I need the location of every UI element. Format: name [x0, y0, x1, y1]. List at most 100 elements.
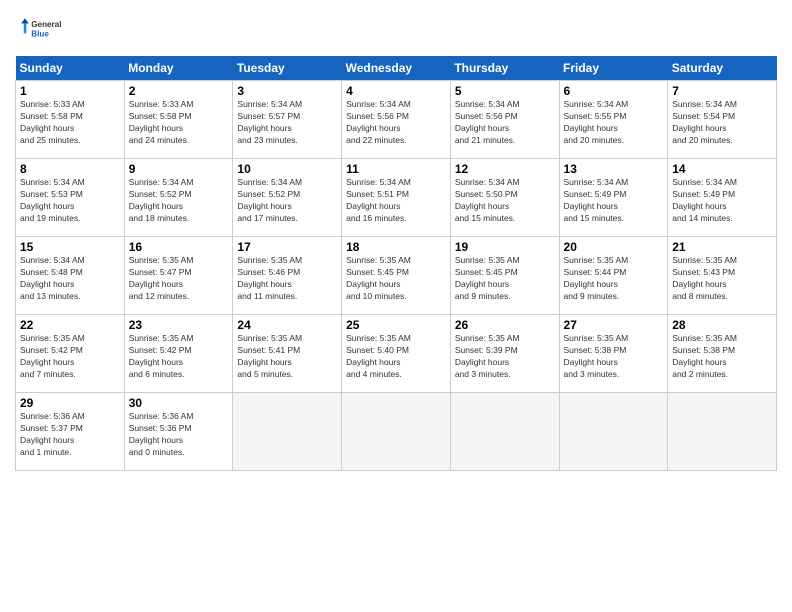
calendar-cell: 29 Sunrise: 5:36 AMSunset: 5:37 PMDaylig…	[16, 393, 125, 471]
day-info: Sunrise: 5:34 AMSunset: 5:49 PMDaylight …	[564, 177, 629, 223]
day-number: 4	[346, 84, 446, 98]
day-info: Sunrise: 5:34 AMSunset: 5:56 PMDaylight …	[346, 99, 411, 145]
day-info: Sunrise: 5:35 AMSunset: 5:38 PMDaylight …	[564, 333, 629, 379]
calendar-cell: 11 Sunrise: 5:34 AMSunset: 5:51 PMDaylig…	[342, 159, 451, 237]
calendar-cell: 13 Sunrise: 5:34 AMSunset: 5:49 PMDaylig…	[559, 159, 668, 237]
calendar-cell	[668, 393, 777, 471]
day-number: 3	[237, 84, 337, 98]
day-info: Sunrise: 5:34 AMSunset: 5:52 PMDaylight …	[237, 177, 302, 223]
week-row-4: 22 Sunrise: 5:35 AMSunset: 5:42 PMDaylig…	[16, 315, 777, 393]
calendar-cell	[559, 393, 668, 471]
calendar-cell: 4 Sunrise: 5:34 AMSunset: 5:56 PMDayligh…	[342, 81, 451, 159]
day-number: 8	[20, 162, 120, 176]
day-number: 24	[237, 318, 337, 332]
calendar-cell	[342, 393, 451, 471]
day-number: 9	[129, 162, 229, 176]
day-info: Sunrise: 5:34 AMSunset: 5:57 PMDaylight …	[237, 99, 302, 145]
week-row-2: 8 Sunrise: 5:34 AMSunset: 5:53 PMDayligh…	[16, 159, 777, 237]
day-number: 21	[672, 240, 772, 254]
day-number: 14	[672, 162, 772, 176]
day-number: 6	[564, 84, 664, 98]
week-row-5: 29 Sunrise: 5:36 AMSunset: 5:37 PMDaylig…	[16, 393, 777, 471]
day-number: 20	[564, 240, 664, 254]
col-header-tuesday: Tuesday	[233, 56, 342, 81]
col-header-saturday: Saturday	[668, 56, 777, 81]
page: General Blue SundayMondayTuesdayWednesda…	[0, 0, 792, 612]
calendar-cell	[233, 393, 342, 471]
day-info: Sunrise: 5:34 AMSunset: 5:51 PMDaylight …	[346, 177, 411, 223]
calendar-cell: 15 Sunrise: 5:34 AMSunset: 5:48 PMDaylig…	[16, 237, 125, 315]
day-info: Sunrise: 5:34 AMSunset: 5:54 PMDaylight …	[672, 99, 737, 145]
day-number: 22	[20, 318, 120, 332]
day-info: Sunrise: 5:35 AMSunset: 5:45 PMDaylight …	[455, 255, 520, 301]
calendar-cell	[450, 393, 559, 471]
day-info: Sunrise: 5:35 AMSunset: 5:45 PMDaylight …	[346, 255, 411, 301]
day-number: 10	[237, 162, 337, 176]
day-info: Sunrise: 5:35 AMSunset: 5:40 PMDaylight …	[346, 333, 411, 379]
calendar-cell: 14 Sunrise: 5:34 AMSunset: 5:49 PMDaylig…	[668, 159, 777, 237]
calendar-cell: 3 Sunrise: 5:34 AMSunset: 5:57 PMDayligh…	[233, 81, 342, 159]
day-info: Sunrise: 5:35 AMSunset: 5:46 PMDaylight …	[237, 255, 302, 301]
calendar-cell: 20 Sunrise: 5:35 AMSunset: 5:44 PMDaylig…	[559, 237, 668, 315]
svg-text:Blue: Blue	[31, 30, 49, 39]
calendar-cell: 28 Sunrise: 5:35 AMSunset: 5:38 PMDaylig…	[668, 315, 777, 393]
day-number: 1	[20, 84, 120, 98]
day-info: Sunrise: 5:35 AMSunset: 5:38 PMDaylight …	[672, 333, 737, 379]
day-info: Sunrise: 5:34 AMSunset: 5:55 PMDaylight …	[564, 99, 629, 145]
day-info: Sunrise: 5:35 AMSunset: 5:42 PMDaylight …	[20, 333, 85, 379]
day-info: Sunrise: 5:34 AMSunset: 5:49 PMDaylight …	[672, 177, 737, 223]
day-info: Sunrise: 5:33 AMSunset: 5:58 PMDaylight …	[129, 99, 194, 145]
logo-svg: General Blue	[15, 10, 65, 48]
logo: General Blue	[15, 10, 65, 48]
day-number: 2	[129, 84, 229, 98]
calendar-cell: 1 Sunrise: 5:33 AMSunset: 5:58 PMDayligh…	[16, 81, 125, 159]
day-number: 11	[346, 162, 446, 176]
day-number: 30	[129, 396, 229, 410]
col-header-sunday: Sunday	[16, 56, 125, 81]
day-info: Sunrise: 5:35 AMSunset: 5:44 PMDaylight …	[564, 255, 629, 301]
calendar-cell: 16 Sunrise: 5:35 AMSunset: 5:47 PMDaylig…	[124, 237, 233, 315]
day-number: 5	[455, 84, 555, 98]
calendar-cell: 27 Sunrise: 5:35 AMSunset: 5:38 PMDaylig…	[559, 315, 668, 393]
col-header-thursday: Thursday	[450, 56, 559, 81]
calendar-cell: 26 Sunrise: 5:35 AMSunset: 5:39 PMDaylig…	[450, 315, 559, 393]
day-number: 16	[129, 240, 229, 254]
col-header-monday: Monday	[124, 56, 233, 81]
calendar-cell: 24 Sunrise: 5:35 AMSunset: 5:41 PMDaylig…	[233, 315, 342, 393]
day-number: 7	[672, 84, 772, 98]
calendar-cell: 12 Sunrise: 5:34 AMSunset: 5:50 PMDaylig…	[450, 159, 559, 237]
day-number: 13	[564, 162, 664, 176]
calendar-cell: 30 Sunrise: 5:36 AMSunset: 5:36 PMDaylig…	[124, 393, 233, 471]
day-info: Sunrise: 5:35 AMSunset: 5:39 PMDaylight …	[455, 333, 520, 379]
calendar-cell: 25 Sunrise: 5:35 AMSunset: 5:40 PMDaylig…	[342, 315, 451, 393]
day-number: 17	[237, 240, 337, 254]
day-info: Sunrise: 5:34 AMSunset: 5:52 PMDaylight …	[129, 177, 194, 223]
svg-text:General: General	[31, 20, 61, 29]
col-header-friday: Friday	[559, 56, 668, 81]
day-info: Sunrise: 5:36 AMSunset: 5:36 PMDaylight …	[129, 411, 194, 457]
day-info: Sunrise: 5:36 AMSunset: 5:37 PMDaylight …	[20, 411, 85, 457]
day-number: 28	[672, 318, 772, 332]
calendar-cell: 9 Sunrise: 5:34 AMSunset: 5:52 PMDayligh…	[124, 159, 233, 237]
day-info: Sunrise: 5:34 AMSunset: 5:53 PMDaylight …	[20, 177, 85, 223]
header-row: SundayMondayTuesdayWednesdayThursdayFrid…	[16, 56, 777, 81]
calendar-cell: 21 Sunrise: 5:35 AMSunset: 5:43 PMDaylig…	[668, 237, 777, 315]
day-info: Sunrise: 5:35 AMSunset: 5:41 PMDaylight …	[237, 333, 302, 379]
calendar-cell: 23 Sunrise: 5:35 AMSunset: 5:42 PMDaylig…	[124, 315, 233, 393]
day-number: 26	[455, 318, 555, 332]
week-row-3: 15 Sunrise: 5:34 AMSunset: 5:48 PMDaylig…	[16, 237, 777, 315]
day-info: Sunrise: 5:33 AMSunset: 5:58 PMDaylight …	[20, 99, 85, 145]
calendar-cell: 22 Sunrise: 5:35 AMSunset: 5:42 PMDaylig…	[16, 315, 125, 393]
day-number: 29	[20, 396, 120, 410]
week-row-1: 1 Sunrise: 5:33 AMSunset: 5:58 PMDayligh…	[16, 81, 777, 159]
calendar-table: SundayMondayTuesdayWednesdayThursdayFrid…	[15, 56, 777, 471]
calendar-cell: 17 Sunrise: 5:35 AMSunset: 5:46 PMDaylig…	[233, 237, 342, 315]
calendar-cell: 6 Sunrise: 5:34 AMSunset: 5:55 PMDayligh…	[559, 81, 668, 159]
day-number: 18	[346, 240, 446, 254]
day-number: 15	[20, 240, 120, 254]
day-info: Sunrise: 5:35 AMSunset: 5:43 PMDaylight …	[672, 255, 737, 301]
day-number: 27	[564, 318, 664, 332]
calendar-cell: 8 Sunrise: 5:34 AMSunset: 5:53 PMDayligh…	[16, 159, 125, 237]
day-number: 19	[455, 240, 555, 254]
day-info: Sunrise: 5:35 AMSunset: 5:42 PMDaylight …	[129, 333, 194, 379]
